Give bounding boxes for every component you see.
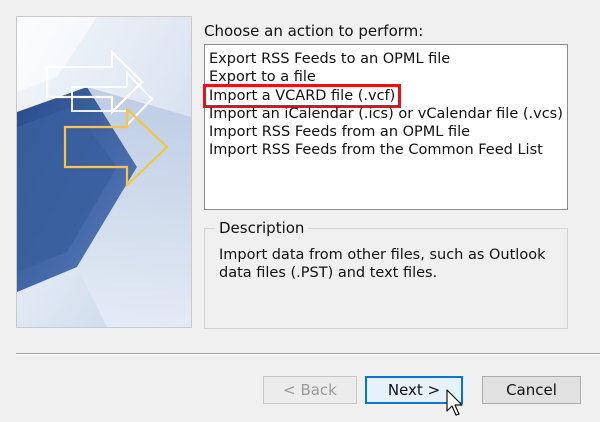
action-export-rss-opml[interactable]: Export RSS Feeds to an OPML file — [209, 50, 450, 68]
action-import-icalendar[interactable]: Import an iCalendar (.ics) or vCalendar … — [209, 105, 563, 123]
description-text: Import data from other files, such as Ou… — [219, 247, 546, 281]
button-separator — [16, 353, 600, 355]
description-heading: Description — [215, 219, 309, 237]
action-import-rss-common-feed[interactable]: Import RSS Feeds from the Common Feed Li… — [209, 141, 543, 159]
description-groupbox: Description Import data from other files… — [204, 219, 568, 329]
action-prompt-label: Choose an action to perform: — [204, 22, 424, 40]
back-button[interactable]: < Back — [263, 376, 357, 404]
next-button[interactable]: Next > — [365, 376, 463, 404]
arrow-graphic — [17, 17, 191, 327]
action-listbox[interactable]: Export RSS Feeds to an OPML file Export … — [202, 44, 568, 210]
action-import-vcard[interactable]: Import a VCARD file (.vcf) — [202, 84, 402, 108]
cancel-button[interactable]: Cancel — [482, 376, 581, 404]
action-import-rss-opml[interactable]: Import RSS Feeds from an OPML file — [209, 123, 470, 141]
wizard-banner-graphic — [16, 16, 192, 328]
action-export-to-file[interactable]: Export to a file — [209, 68, 316, 86]
import-export-wizard: Choose an action to perform: Export RSS … — [0, 0, 600, 422]
